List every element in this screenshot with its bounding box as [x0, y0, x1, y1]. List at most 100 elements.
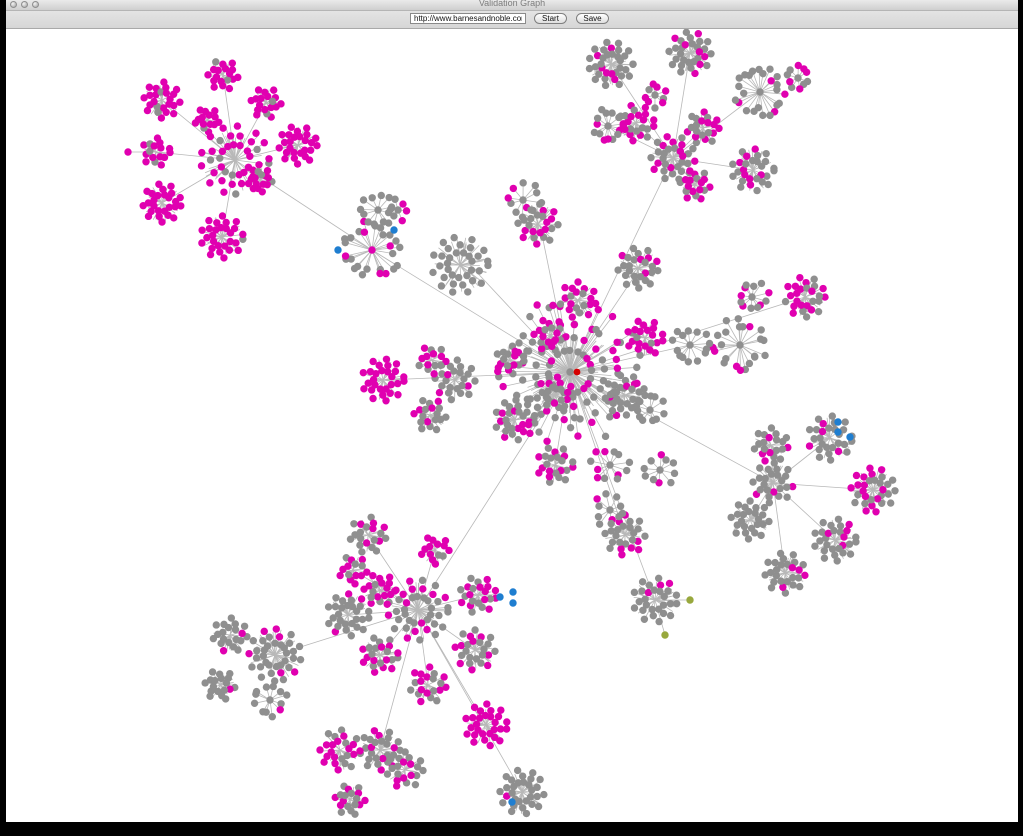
graph-node[interactable]	[746, 322, 754, 331]
graph-node[interactable]	[753, 186, 761, 195]
graph-node[interactable]	[686, 596, 694, 604]
graph-node[interactable]	[547, 357, 556, 365]
graph-node[interactable]	[533, 394, 541, 402]
graph-node[interactable]	[634, 545, 643, 554]
graph-node[interactable]	[165, 144, 174, 153]
graph-node[interactable]	[431, 630, 440, 639]
graph-node[interactable]	[805, 425, 814, 434]
graph-node[interactable]	[437, 282, 446, 290]
graph-node[interactable]	[887, 499, 895, 507]
graph-node[interactable]	[654, 574, 663, 583]
graph-node[interactable]	[388, 664, 396, 673]
graph-node[interactable]	[705, 339, 714, 348]
graph-node[interactable]	[648, 331, 657, 339]
graph-node[interactable]	[434, 397, 443, 406]
graph-node[interactable]	[402, 599, 411, 607]
graph-node[interactable]	[551, 336, 560, 344]
graph-node[interactable]	[518, 213, 527, 221]
graph-node[interactable]	[583, 398, 591, 406]
graph-node[interactable]	[466, 244, 475, 252]
graph-node[interactable]	[593, 495, 601, 503]
graph-node[interactable]	[237, 179, 246, 188]
graph-node[interactable]	[588, 418, 596, 427]
graph-node[interactable]	[364, 218, 372, 226]
graph-node[interactable]	[776, 455, 785, 463]
graph-node[interactable]	[608, 538, 617, 546]
graph-node[interactable]	[358, 548, 366, 556]
graph-node[interactable]	[469, 584, 477, 593]
graph-node[interactable]	[536, 775, 544, 784]
graph-node[interactable]	[399, 590, 407, 598]
graph-node[interactable]	[253, 646, 261, 655]
graph-node[interactable]	[757, 531, 765, 540]
graph-node[interactable]	[440, 673, 448, 681]
graph-node[interactable]	[619, 120, 627, 128]
graph-node[interactable]	[392, 360, 401, 368]
graph-node[interactable]	[674, 162, 682, 171]
graph-node[interactable]	[239, 230, 247, 239]
graph-node[interactable]	[456, 241, 464, 249]
graph-node[interactable]	[246, 152, 254, 160]
graph-node[interactable]	[613, 364, 622, 372]
graph-node[interactable]	[407, 686, 415, 694]
graph-node[interactable]	[457, 598, 466, 607]
graph-node[interactable]	[218, 212, 227, 220]
graph-node[interactable]	[444, 244, 452, 253]
graph-node[interactable]	[609, 346, 617, 355]
graph-node[interactable]	[641, 472, 650, 480]
graph-node[interactable]	[463, 271, 471, 280]
graph-node[interactable]	[845, 520, 853, 529]
graph-node[interactable]	[389, 249, 397, 258]
graph-node[interactable]	[340, 732, 348, 740]
graph-node[interactable]	[383, 600, 391, 608]
graph-node[interactable]	[727, 513, 735, 522]
graph-node[interactable]	[818, 427, 827, 436]
graph-node[interactable]	[572, 288, 581, 296]
start-button[interactable]: Start	[534, 13, 567, 24]
graph-node[interactable]	[566, 423, 575, 432]
graph-node[interactable]	[441, 593, 449, 602]
graph-node[interactable]	[841, 418, 849, 426]
graph-node[interactable]	[498, 409, 507, 417]
graph-node[interactable]	[465, 390, 473, 399]
graph-node[interactable]	[635, 517, 644, 525]
graph-node[interactable]	[232, 635, 240, 644]
graph-node[interactable]	[334, 246, 342, 254]
graph-node[interactable]	[756, 88, 764, 96]
graph-node[interactable]	[828, 412, 837, 420]
graph-node[interactable]	[171, 197, 180, 206]
graph-node[interactable]	[710, 120, 718, 129]
graph-node[interactable]	[217, 163, 226, 171]
graph-node[interactable]	[417, 685, 426, 694]
graph-node[interactable]	[541, 326, 549, 334]
graph-node[interactable]	[210, 169, 218, 177]
graph-node[interactable]	[742, 107, 751, 115]
graph-node[interactable]	[392, 607, 401, 616]
graph-node[interactable]	[383, 647, 392, 656]
graph-node[interactable]	[526, 429, 534, 438]
graph-node[interactable]	[430, 620, 439, 628]
graph-node[interactable]	[550, 208, 558, 216]
graph-node[interactable]	[770, 164, 778, 173]
graph-node[interactable]	[613, 394, 621, 403]
graph-node[interactable]	[570, 414, 579, 422]
graph-node[interactable]	[660, 410, 668, 418]
graph-node[interactable]	[405, 616, 414, 625]
graph-node[interactable]	[694, 30, 702, 38]
graph-node[interactable]	[761, 474, 769, 483]
graph-node[interactable]	[417, 697, 425, 706]
graph-node[interactable]	[240, 622, 249, 630]
graph-node[interactable]	[440, 542, 448, 550]
graph-node[interactable]	[773, 72, 781, 81]
graph-node[interactable]	[433, 540, 442, 548]
graph-node[interactable]	[796, 273, 804, 282]
graph-node[interactable]	[625, 458, 634, 467]
graph-node[interactable]	[593, 114, 602, 122]
graph-node[interactable]	[470, 738, 478, 746]
graph-node[interactable]	[519, 179, 527, 187]
graph-node[interactable]	[854, 481, 862, 489]
graph-node[interactable]	[377, 191, 385, 200]
graph-node[interactable]	[336, 616, 344, 625]
graph-node[interactable]	[387, 755, 395, 763]
graph-node[interactable]	[341, 252, 350, 260]
